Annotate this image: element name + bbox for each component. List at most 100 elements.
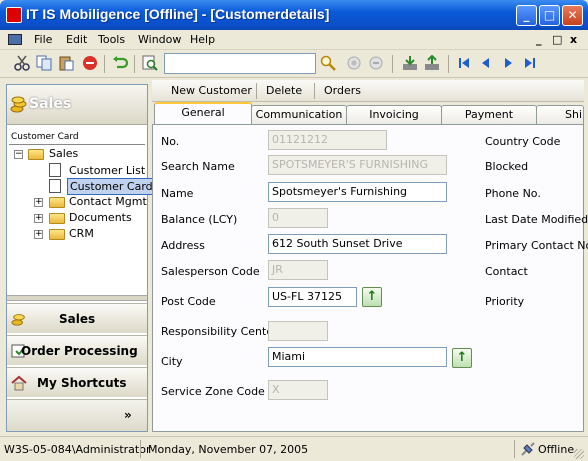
tree-item-sales[interactable]: Sales	[49, 147, 78, 160]
tab-payment[interactable]: Payment	[441, 105, 537, 124]
coins-icon	[11, 314, 25, 326]
address-field[interactable]: 612 South Sunset Drive	[268, 234, 447, 254]
copy-icon[interactable]	[36, 55, 52, 71]
current-page-label: Customer Card	[11, 132, 79, 142]
menu-window[interactable]: Window	[138, 33, 181, 46]
tree-expand-documents[interactable]: +	[34, 214, 43, 223]
general-tab-panel: No. 01121212 Search Name SPOTSMEYER'S FU…	[152, 124, 588, 432]
mdi-close-button[interactable]: x	[570, 33, 577, 46]
undo-icon[interactable]	[112, 55, 128, 71]
divider	[140, 440, 141, 458]
navigation-header-title: Sales	[29, 96, 72, 112]
label-address: Address	[161, 239, 205, 252]
label-search-name: Search Name	[161, 160, 235, 173]
delete-button[interactable]: Delete	[266, 84, 302, 97]
menu-tools[interactable]: Tools	[98, 33, 125, 46]
page-icon	[49, 179, 61, 193]
post-code-field[interactable]: US-FL 37125	[268, 287, 357, 307]
tab-communication[interactable]: Communication	[251, 105, 347, 124]
close-button[interactable]: ✕	[562, 5, 583, 26]
nav-button-label: Order Processing	[21, 344, 138, 358]
maximize-button[interactable]: □	[539, 5, 560, 26]
search-name-field: SPOTSMEYER'S FURNISHING	[268, 155, 447, 175]
city-lookup-arrow-icon[interactable]: ↑	[452, 348, 472, 368]
paste-icon[interactable]	[58, 55, 74, 71]
pane-splitter[interactable]	[7, 295, 147, 301]
sync-icon[interactable]	[346, 55, 362, 71]
minimize-button[interactable]: _	[516, 5, 537, 26]
tab-shipping[interactable]: Shi	[536, 105, 584, 124]
name-field[interactable]: Spotsmeyer's Furnishing	[268, 182, 447, 202]
menu-file[interactable]: File	[34, 33, 52, 46]
navigation-pane: Sales Customer Card − Sales Customer Lis…	[6, 84, 156, 432]
status-user: W3S-05-084\Administrator	[4, 443, 151, 456]
tree-item-crm[interactable]: CRM	[69, 227, 94, 240]
tree-item-customer-list[interactable]: Customer List	[67, 163, 147, 178]
tree-item-documents[interactable]: Documents	[69, 211, 132, 224]
more-buttons-chevron-icon[interactable]: »	[124, 408, 132, 422]
resize-grip[interactable]	[574, 449, 584, 459]
customer-card-pane: New Customer Delete Orders General Commu…	[152, 80, 588, 432]
status-mode: Offline	[538, 443, 575, 456]
mdi-minimize-button[interactable]: _	[536, 33, 542, 46]
post-code-lookup-arrow-icon[interactable]: ↑	[362, 287, 382, 307]
label-responsibility-center: Responsibility Center	[161, 325, 278, 338]
label-primary-contact-no: Primary Contact No.	[485, 239, 588, 252]
salesperson-code-field: JR	[268, 260, 328, 280]
previous-record-icon[interactable]	[478, 55, 494, 71]
window-title: IT IS Mobiligence [Offline] - [Customerd…	[26, 6, 330, 22]
tab-invoicing[interactable]: Invoicing	[346, 105, 442, 124]
find-icon[interactable]	[142, 55, 158, 71]
tree-expand-contact-mgmt[interactable]: +	[34, 198, 43, 207]
label-priority: Priority	[485, 295, 525, 308]
tree-item-customer-card[interactable]: Customer Card	[67, 178, 156, 195]
find-input[interactable]	[164, 53, 316, 74]
home-icon	[11, 375, 27, 391]
tree-collapse-sales[interactable]: −	[14, 150, 23, 159]
city-field[interactable]: Miami	[268, 347, 447, 367]
label-contact: Contact	[485, 265, 528, 278]
tree-item-contact-mgmt[interactable]: Contact Mgmt	[69, 195, 147, 208]
mdi-restore-button[interactable]: □	[552, 33, 562, 46]
label-service-zone-code: Service Zone Code	[161, 385, 265, 398]
divider	[314, 83, 315, 99]
balance-field: 0	[268, 208, 328, 228]
cut-icon[interactable]	[14, 55, 30, 71]
label-phone-no: Phone No.	[485, 187, 541, 200]
tab-strip: General Communication Invoicing Payment …	[152, 102, 584, 124]
label-post-code: Post Code	[161, 295, 216, 308]
nav-button-order-processing[interactable]: Order Processing	[7, 335, 147, 365]
responsibility-center-field	[268, 321, 328, 341]
status-date: Monday, November 07, 2005	[148, 443, 309, 456]
sync-all-icon[interactable]	[368, 55, 384, 71]
import-icon[interactable]	[402, 55, 418, 71]
label-salesperson-code: Salesperson Code	[161, 265, 260, 278]
folder-icon	[28, 149, 44, 160]
tree-expand-crm[interactable]: +	[34, 230, 43, 239]
menu-help[interactable]: Help	[190, 33, 215, 46]
next-record-icon[interactable]	[500, 55, 516, 71]
folder-icon	[49, 197, 65, 208]
label-balance: Balance (LCY)	[161, 213, 238, 226]
last-record-icon[interactable]	[522, 55, 538, 71]
label-last-date-modified: Last Date Modified	[485, 213, 588, 226]
tab-general[interactable]: General	[154, 102, 252, 124]
orders-button[interactable]: Orders	[324, 84, 361, 97]
title-bar[interactable]: IT IS Mobiligence [Offline] - [Customerd…	[0, 0, 588, 30]
nav-button-sales[interactable]: Sales	[7, 303, 147, 333]
export-icon[interactable]	[424, 55, 440, 71]
app-icon[interactable]	[6, 7, 22, 23]
first-record-icon[interactable]	[456, 55, 472, 71]
document-icon[interactable]	[8, 34, 22, 45]
label-no: No.	[161, 135, 180, 148]
label-city: City	[161, 355, 183, 368]
sales-coins-icon	[10, 96, 27, 113]
label-name: Name	[161, 187, 194, 200]
menu-edit[interactable]: Edit	[66, 33, 87, 46]
nav-button-my-shortcuts[interactable]: My Shortcuts	[7, 367, 147, 397]
delete-icon[interactable]	[82, 55, 98, 71]
new-customer-button[interactable]: New Customer	[171, 84, 252, 97]
divider	[9, 144, 145, 145]
label-blocked: Blocked	[485, 160, 529, 173]
search-icon[interactable]	[320, 55, 336, 71]
